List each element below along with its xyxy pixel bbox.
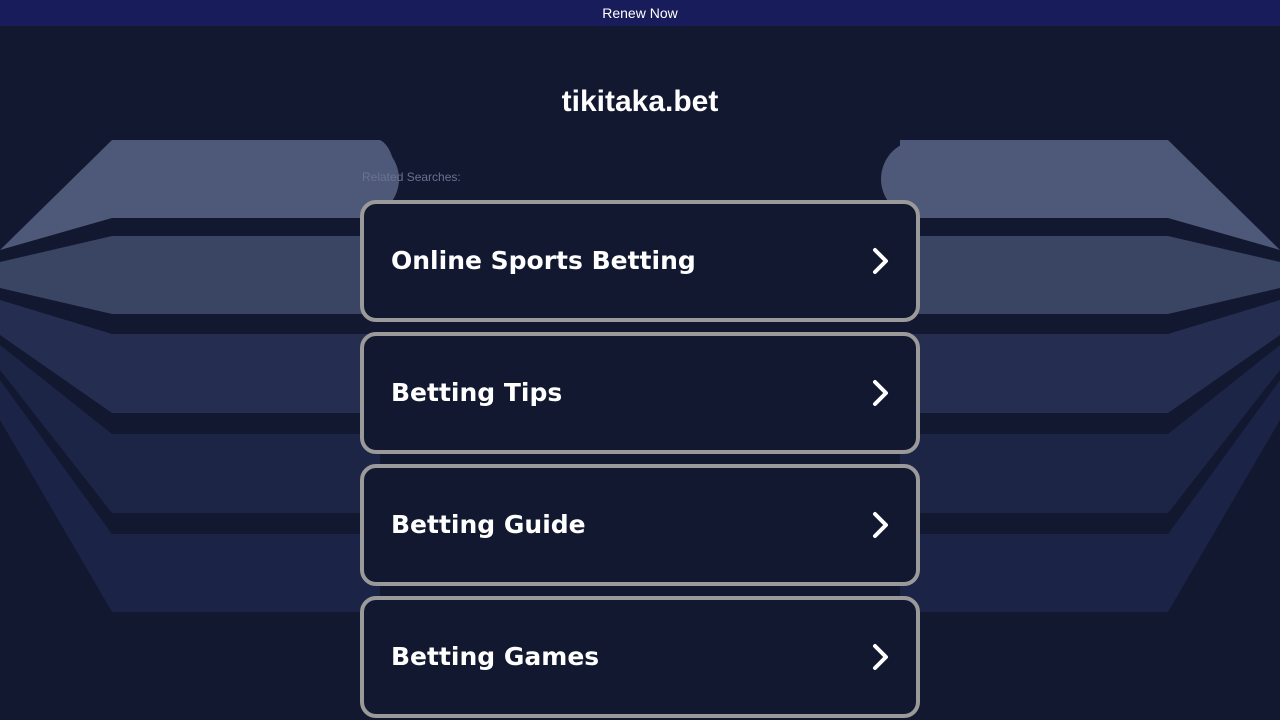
- chevron-right-icon: [873, 380, 888, 406]
- search-link-online-sports-betting[interactable]: Online Sports Betting: [360, 200, 920, 322]
- related-searches-list: Online Sports Betting Betting Tips Betti…: [360, 200, 920, 720]
- renew-banner: Renew Now: [0, 0, 1280, 26]
- related-searches-label: Related Searches:: [362, 170, 461, 184]
- search-link-label: Betting Guide: [391, 510, 586, 539]
- search-link-label: Online Sports Betting: [391, 246, 696, 275]
- parked-domain-page: Renew Now tikitaka.bet Related Searches:…: [0, 0, 1280, 720]
- search-link-betting-tips[interactable]: Betting Tips: [360, 332, 920, 454]
- chevron-right-icon: [873, 512, 888, 538]
- search-link-label: Betting Tips: [391, 378, 563, 407]
- chevron-right-icon: [873, 248, 888, 274]
- search-link-betting-games[interactable]: Betting Games: [360, 596, 920, 718]
- search-link-label: Betting Games: [391, 642, 600, 671]
- search-link-betting-guide[interactable]: Betting Guide: [360, 464, 920, 586]
- chevron-right-icon: [873, 644, 888, 670]
- domain-title: tikitaka.bet: [561, 85, 719, 118]
- renew-now-link[interactable]: Renew Now: [602, 5, 677, 21]
